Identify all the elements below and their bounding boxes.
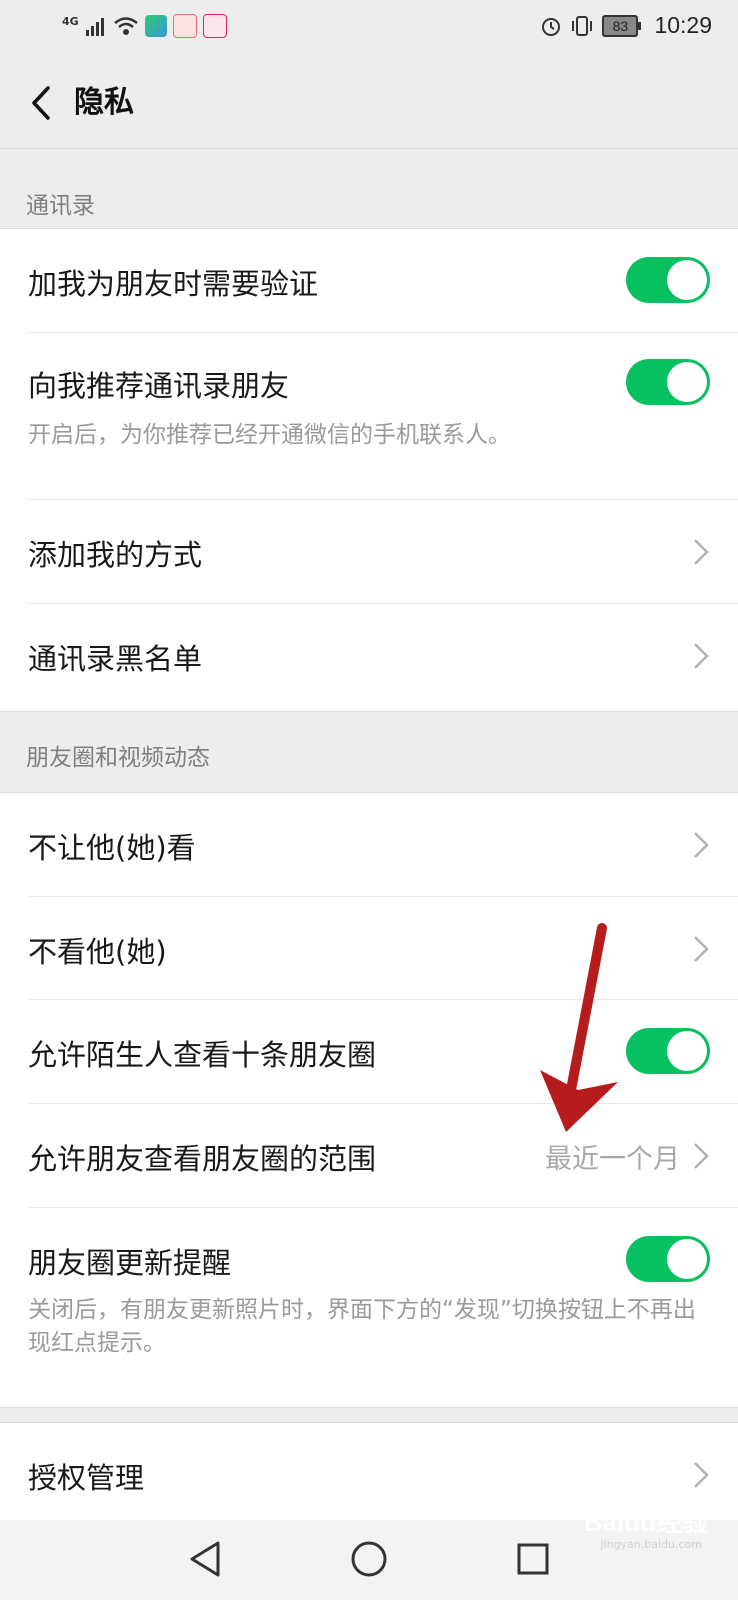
- video-app-icon: [144, 15, 167, 37]
- recents-square-icon[interactable]: [516, 1542, 550, 1576]
- chevron-right-icon: [694, 643, 709, 669]
- require-verification-row[interactable]: 加我为朋友时需要验证: [0, 229, 738, 332]
- row-label: 朋友圈更新提醒: [28, 1246, 232, 1280]
- row-label: 允许朋友查看朋友圈的范围: [28, 1142, 377, 1176]
- baidu-watermark-url: jingyan.baidu.com: [600, 1538, 702, 1551]
- baidu-watermark: Baidu经验: [583, 1507, 708, 1537]
- back-icon[interactable]: [24, 80, 60, 126]
- alarm-icon: [542, 17, 561, 36]
- chevron-right-icon: [694, 539, 709, 565]
- back-triangle-icon[interactable]: [188, 1540, 222, 1578]
- row-description: 关闭后，有朋友更新照片时，界面下方的“发现”切换按钮上不再出现红点提示。: [28, 1297, 696, 1356]
- visible-range-value: 最近一个月: [545, 1144, 680, 1175]
- map-app-icon: [172, 14, 197, 38]
- row-label: 通讯录黑名单: [28, 642, 203, 676]
- add-methods-row[interactable]: 添加我的方式: [0, 500, 738, 603]
- vibrate-icon: [572, 15, 593, 36]
- stranger-view-toggle[interactable]: [626, 1028, 710, 1074]
- annotation-arrow: [540, 923, 618, 1132]
- row-label: 添加我的方式: [28, 538, 203, 572]
- chevron-right-icon: [694, 1143, 709, 1169]
- row-label: 不看他(她): [28, 935, 167, 969]
- clock: 10:29: [654, 12, 712, 38]
- update-reminder-toggle[interactable]: [626, 1236, 710, 1282]
- row-label: 加我为朋友时需要验证: [28, 267, 319, 301]
- recommend-contacts-toggle[interactable]: [626, 359, 710, 405]
- update-reminder-row[interactable]: 朋友圈更新提醒 关闭后，有朋友更新照片时，界面下方的“发现”切换按钮上不再出现红…: [0, 1208, 738, 1406]
- network-type: 4G: [62, 14, 79, 28]
- recommend-contacts-row[interactable]: 向我推荐通讯录朋友 开启后，为你推荐已经开通微信的手机联系人。: [0, 333, 738, 499]
- row-description: 开启后，为你推荐已经开通微信的手机联系人。: [28, 422, 511, 448]
- status-bar: 4G 83 10:29: [0, 0, 738, 58]
- hide-from-row[interactable]: 不让他(她)看: [0, 793, 738, 896]
- row-label: 不让他(她)看: [28, 831, 196, 865]
- require-verification-toggle[interactable]: [626, 257, 710, 303]
- section-title-moments: 朋友圈和视频动态: [26, 745, 210, 771]
- row-label: 允许陌生人查看十条朋友圈: [28, 1038, 377, 1072]
- signal-icon: [85, 18, 104, 36]
- home-circle-icon[interactable]: [350, 1540, 388, 1578]
- shopping-app-icon: [202, 14, 227, 38]
- chevron-right-icon: [694, 1462, 709, 1488]
- row-label: 授权管理: [28, 1461, 145, 1495]
- chevron-right-icon: [694, 832, 709, 858]
- page-title: 隐私: [74, 85, 134, 120]
- row-label: 向我推荐通讯录朋友: [28, 369, 290, 403]
- battery-icon: 83: [602, 14, 642, 37]
- navigation-bar: 隐私: [0, 58, 738, 149]
- chevron-right-icon: [694, 936, 709, 962]
- blacklist-row[interactable]: 通讯录黑名单: [0, 604, 738, 710]
- wifi-icon: [113, 17, 138, 35]
- section-title-contacts: 通讯录: [26, 193, 95, 219]
- contacts-group: 加我为朋友时需要验证 向我推荐通讯录朋友 开启后，为你推荐已经开通微信的手机联系…: [0, 228, 738, 712]
